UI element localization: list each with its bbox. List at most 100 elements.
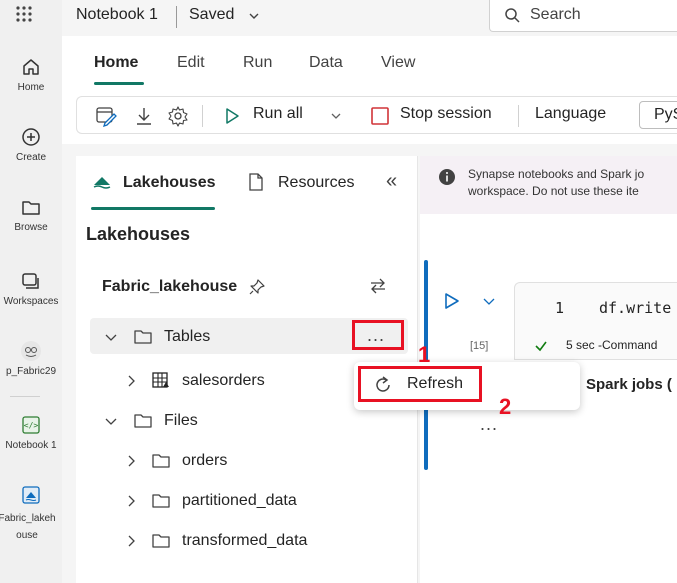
rail-item-browse[interactable]: Browse: [0, 196, 62, 233]
toolbar: Run all Stop session Language PyS: [76, 96, 677, 134]
language-select[interactable]: PyS: [639, 101, 677, 129]
rail-item-workspace[interactable]: p_Fabric29: [0, 340, 62, 377]
lakehouse-name[interactable]: Fabric_lakehouse: [102, 278, 237, 296]
search-input[interactable]: Search: [489, 0, 677, 32]
more-options-icon: ...: [367, 325, 386, 345]
rail-item-home[interactable]: Home: [0, 56, 62, 93]
checkmark-icon: [535, 341, 547, 352]
edit-notebook-icon[interactable]: [95, 105, 117, 127]
tree-item-label: Files: [164, 412, 198, 429]
home-icon: [23, 59, 39, 75]
app-launcher-icon[interactable]: [14, 4, 34, 24]
run-cell-icon[interactable]: [444, 292, 460, 310]
stop-icon[interactable]: [369, 105, 391, 127]
notebook-icon: </>: [22, 416, 40, 434]
execution-status: 5 sec -Command: [566, 338, 658, 352]
run-all-button[interactable]: Run all: [253, 105, 303, 123]
settings-icon[interactable]: [167, 105, 189, 127]
tree-item-orders[interactable]: orders: [90, 442, 408, 478]
chevron-down-icon[interactable]: [104, 330, 118, 344]
chevron-down-icon[interactable]: [104, 414, 118, 428]
left-rail: Home Create Browse Workspaces p_Fabric29…: [0, 0, 62, 583]
run-cell-dropdown-icon[interactable]: [482, 294, 496, 308]
tab-resources[interactable]: Resources: [278, 174, 354, 192]
panel-heading: Lakehouses: [86, 224, 191, 244]
search-placeholder: Search: [530, 6, 581, 23]
folder-icon: [152, 454, 170, 468]
chevron-right-icon[interactable]: [124, 534, 138, 548]
chevron-right-icon[interactable]: [124, 494, 138, 508]
rail-item-notebook[interactable]: </> Notebook 1: [0, 414, 62, 451]
active-tab-indicator: [94, 82, 144, 85]
folder-icon: [134, 414, 152, 428]
tree-item-transformed-data[interactable]: transformed_data: [90, 522, 408, 558]
refresh-label: Refresh: [407, 375, 464, 392]
workspaces-icon: [22, 273, 39, 289]
refresh-menu-item[interactable]: Refresh: [358, 366, 482, 402]
folder-icon: [152, 534, 170, 548]
resources-tab-icon: [249, 173, 263, 191]
chevron-right-icon[interactable]: [124, 454, 138, 468]
chevron-down-icon[interactable]: [248, 10, 260, 22]
stop-session-button[interactable]: Stop session: [400, 105, 492, 123]
tree-item-label: Tables: [164, 328, 211, 345]
tree-item-label: partitioned_data: [182, 492, 297, 509]
title-divider: [176, 6, 177, 28]
rail-label-workspace: p_Fabric29: [5, 366, 57, 377]
ribbon: Home Edit Run Data View Run all Stop ses…: [62, 36, 677, 144]
info-banner-text: Synapse notebooks and Spark jo workspace…: [468, 166, 644, 200]
tree-item-label: orders: [182, 452, 228, 469]
tab-data[interactable]: Data: [309, 54, 343, 72]
table-icon: [152, 372, 169, 388]
rail-label-create: Create: [15, 152, 46, 163]
saved-status[interactable]: Saved: [189, 6, 234, 24]
rail-label-lakehouse: Fabric_lakeh ouse: [0, 513, 56, 541]
rail-item-workspaces[interactable]: Workspaces: [0, 270, 62, 307]
info-banner-line-2: workspace. Do not use these ite: [468, 184, 639, 198]
notebook-title[interactable]: Notebook 1: [76, 6, 158, 24]
step-marker-1: 1: [418, 342, 431, 367]
collapse-panel-icon[interactable]: «: [386, 170, 397, 193]
lakehouse-tab-icon: [93, 177, 111, 189]
browse-icon: [22, 201, 40, 215]
rail-item-create[interactable]: Create: [0, 126, 62, 163]
info-banner-line-1: Synapse notebooks and Spark jo: [468, 167, 645, 181]
step-marker-2: 2: [499, 394, 512, 419]
tab-edit[interactable]: Edit: [177, 54, 205, 72]
run-all-icon[interactable]: [221, 105, 243, 127]
lakehouse-icon: [22, 486, 40, 504]
info-icon: [439, 169, 455, 185]
run-all-dropdown-icon[interactable]: [329, 109, 343, 123]
svg-text:</>: </>: [24, 421, 39, 430]
refresh-icon: [376, 376, 390, 392]
rail-label-home: Home: [17, 82, 45, 93]
tab-home[interactable]: Home: [94, 54, 138, 72]
rail-label-browse: Browse: [14, 222, 48, 233]
spark-jobs-label[interactable]: Spark jobs (: [586, 376, 672, 393]
pin-icon[interactable]: [248, 278, 266, 296]
active-panel-tab-indicator: [91, 207, 215, 210]
info-banner: Synapse notebooks and Spark jo workspace…: [420, 156, 677, 214]
folder-icon: [152, 494, 170, 508]
rail-label-notebook: Notebook 1: [5, 440, 57, 451]
tab-run[interactable]: Run: [243, 54, 272, 72]
rail-item-lakehouse[interactable]: Fabric_lakeh ouse: [0, 484, 62, 544]
switch-lakehouse-icon[interactable]: [368, 276, 388, 296]
tree-item-partitioned-data[interactable]: partitioned_data: [90, 482, 408, 518]
cell-more-icon[interactable]: ...: [480, 414, 498, 435]
create-icon: [22, 128, 40, 146]
tab-lakehouses[interactable]: Lakehouses: [123, 174, 215, 192]
tab-view[interactable]: View: [381, 54, 415, 72]
top-bar: Notebook 1 Saved Search: [62, 0, 677, 36]
more-options-button[interactable]: ...: [352, 320, 404, 350]
execution-count: [15]: [470, 340, 489, 352]
search-icon: [505, 8, 520, 23]
code-text[interactable]: df.write: [599, 299, 671, 317]
folder-icon: [134, 330, 152, 344]
chevron-right-icon[interactable]: [124, 374, 138, 388]
download-icon[interactable]: [133, 105, 155, 127]
workspace-avatar-icon: [21, 341, 41, 361]
tree-item-label: salesorders: [182, 372, 265, 389]
context-menu: Refresh: [354, 362, 580, 410]
language-label: Language: [535, 105, 607, 122]
